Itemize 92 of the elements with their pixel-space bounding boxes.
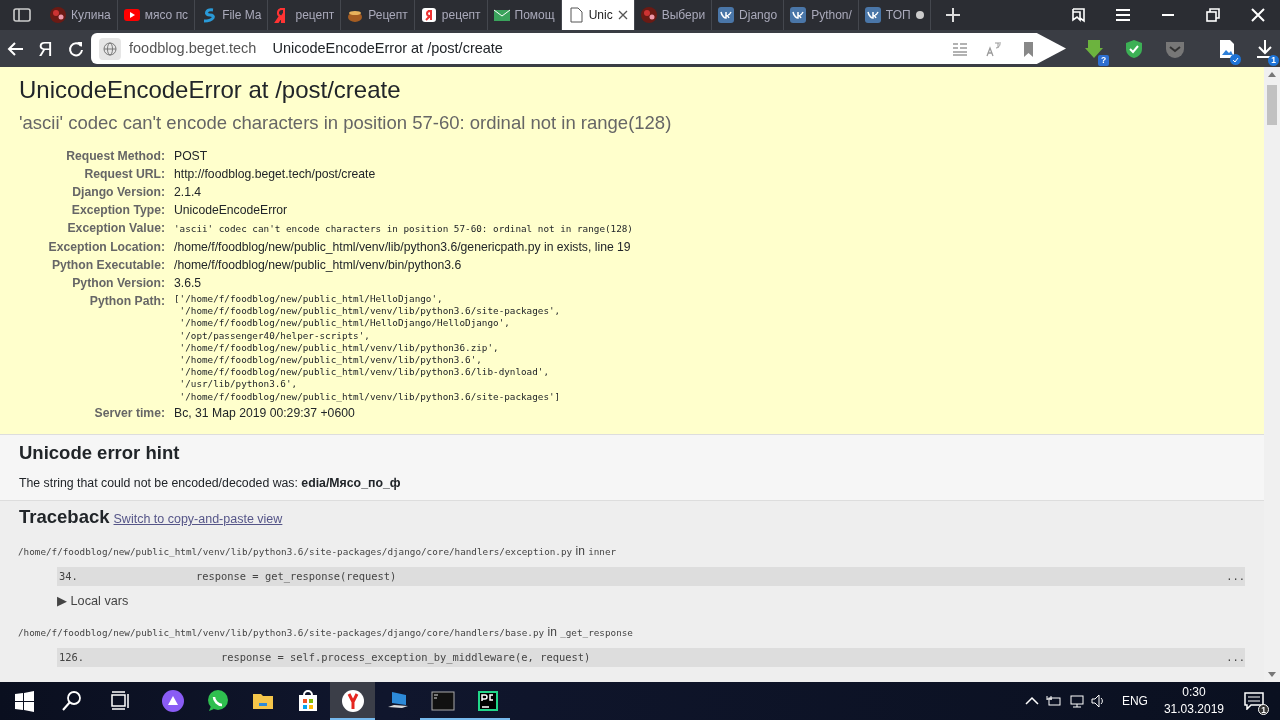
url-domain: foodblog.beget.tech [129,38,257,58]
field-label: Request Method: [65,148,166,165]
battery-icon[interactable] [1045,693,1062,709]
field-value: /home/f/foodblog/new/public_html/venv/bin/python3.6 [174,258,462,272]
scrollbar[interactable] [1264,67,1280,682]
restore-icon[interactable] [1203,6,1222,24]
language-indicator[interactable]: ENG [1121,692,1148,710]
error-message: 'ascii' codec can't encode characters in position 57-60: ordinal not in range(128) [19,111,673,134]
field-label: Django Version: [19,183,174,201]
file-path: /home/f/foodblog/new/public_html/venv/lib/python3.6/site-packages/django/core/handlers/base.py [18,627,545,639]
scroll-down-icon[interactable] [1268,672,1276,678]
hint-text: The string that could not be encoded/decoded was: edia/Мясо_по_ф [19,475,402,492]
reload-icon[interactable] [66,39,85,58]
path-line: ['/home/f/foodblog/new/public_html/HelloDjango', [174,293,444,306]
browser-icon [340,689,365,713]
play-icon [123,7,140,23]
plus-icon[interactable] [944,7,961,23]
extension-badge: ? [1098,54,1109,66]
field-value: http://foodblog.beget.tech/post/create [174,167,376,181]
notification-icon[interactable] [1244,692,1264,711]
path-line: '/usr/lib/python3.6', [178,378,299,391]
field-value: Вс, 31 Мар 2019 00:29:37 +0600 [174,405,355,420]
download-count: 1 [1268,54,1279,66]
shield-icon[interactable] [1124,38,1144,59]
browser-tab[interactable]: Unic [561,0,635,30]
path-line: '/home/f/foodblog/new/public_html/venv/lib/python3.6/site-packages'] [178,390,562,403]
terminal-icon [430,689,455,713]
in-label: in [547,625,557,640]
section-heading: Unicode error hint [19,441,181,464]
chat-icon [205,689,230,713]
path-line: '/home/f/foodblog/new/public_html/venv/lib/python3.6/site-packages', [178,305,562,318]
windows-icon[interactable] [12,689,36,713]
path-line: '/home/f/foodblog/new/public_html/venv/lib/python3.6/lib-dynload', [178,366,550,379]
vk-icon [718,7,735,23]
field-value: 'ascii' codec can't encode characters in position 57-60: ordinal not in range(128) [174,223,633,234]
check-badge-icon [1230,53,1241,65]
task-view-icon[interactable] [108,689,132,713]
vk-icon [864,7,881,23]
field-label: Python Path: [88,293,166,310]
field-value: POST [174,149,208,163]
field-label: Server time: [93,404,166,422]
photo-icon [640,7,657,23]
path-line: '/opt/passenger40/helper-scripts', [178,329,371,342]
page-icon [567,7,584,23]
clock-time[interactable]: 0:30 [1163,684,1224,701]
field-value: UnicodeEncodeError [174,203,288,217]
code-editor-icon [475,689,500,713]
photo-icon [50,7,66,23]
swirl-icon [201,7,218,23]
vk-icon [790,7,807,23]
clock-date[interactable]: 31.03.2019 [1163,701,1224,718]
function-name: inner [588,546,617,558]
image-icon[interactable] [1218,39,1236,60]
field-value: /home/f/foodblog/new/public_html/venv/lib/python3.6/genericpath.py in exists, line 19 [174,240,631,254]
local-vars-toggle[interactable]: ▶ Local vars [57,592,1245,612]
close-icon[interactable] [1248,6,1267,24]
letter-icon [420,7,437,23]
in-label: in [575,544,585,559]
envelope-icon [493,7,510,23]
close-icon[interactable] [617,10,628,20]
field-label: Python Executable: [19,256,174,274]
translate-icon[interactable] [986,40,1003,57]
field-value: 3.6.5 [174,276,202,290]
scroll-up-icon[interactable] [1268,71,1276,77]
page-title: UnicodeEncodeError at /post/create [272,38,503,58]
field-label: Exception Value: [66,220,166,237]
path-line: '/home/f/foodblog/new/public_html/venv/lib/python3.6', [178,354,483,367]
taskbar-app[interactable] [330,682,375,720]
field-label: Exception Type: [19,201,174,219]
search-icon[interactable] [60,689,84,713]
function-name: _get_response [560,627,633,639]
home-button[interactable]: Я [30,33,61,64]
globe-icon [103,41,118,56]
file-path: /home/f/foodblog/new/public_html/venv/lib/python3.6/site-packages/django/core/handlers/exception.py [18,546,573,558]
address-bar[interactable]: foodblog.beget.tech UnicodeEncodeError at /post/create [91,33,1067,64]
menu-icon[interactable] [1113,6,1132,24]
field-label: Python Version: [19,274,174,292]
assistant-icon [160,689,185,713]
sidebar-icon [13,8,31,22]
volume-icon[interactable] [1089,693,1106,709]
section-heading: Traceback [19,506,110,528]
view-switch-link[interactable]: Switch to copy-and-paste view [113,512,283,527]
scroll-thumb[interactable] [1267,85,1277,125]
field-label: Exception Location: [19,238,174,256]
field-value: 2.1.4 [174,185,202,199]
error-title: UnicodeEncodeError at /post/create [19,76,402,105]
notification-count: 1 [1258,704,1269,716]
back-icon[interactable] [6,40,25,57]
field-label: Request URL: [19,165,174,183]
path-line: '/home/f/foodblog/new/public_html/HelloDjango/HelloDjango', [178,317,511,330]
path-line: '/home/f/foodblog/new/public_html/venv/lib/python36.zip', [178,341,500,354]
network-icon[interactable] [1067,693,1084,709]
